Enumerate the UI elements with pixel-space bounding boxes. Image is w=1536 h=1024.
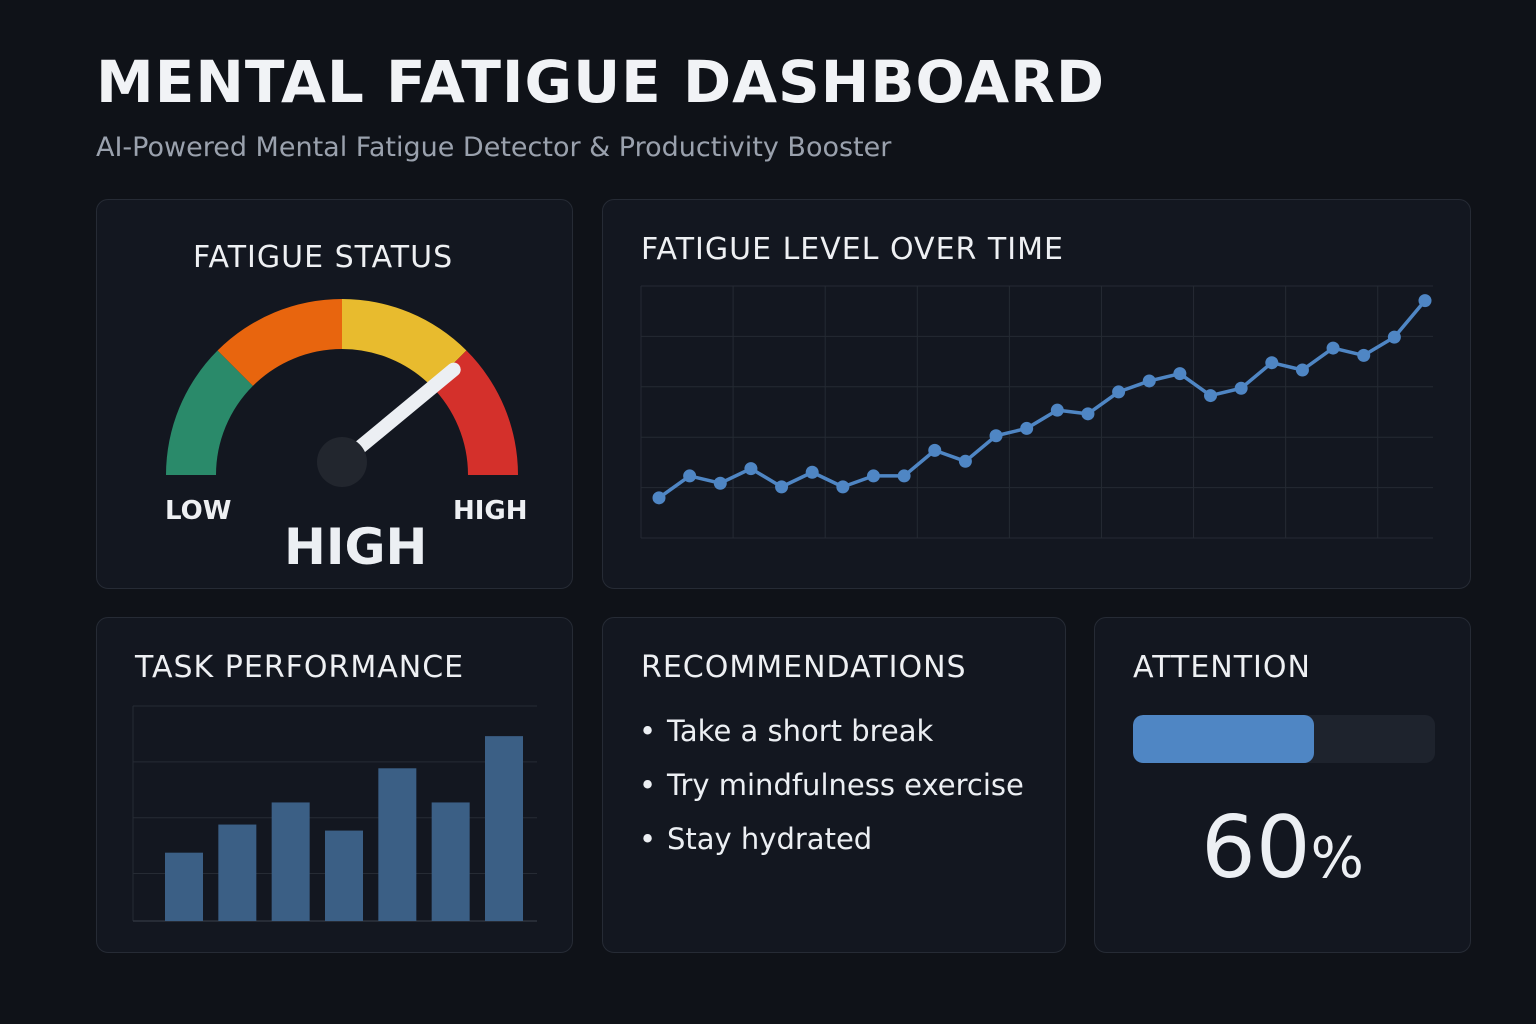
bar — [378, 768, 417, 921]
gauge-low-label: LOW — [165, 496, 232, 526]
data-point — [683, 469, 697, 483]
attention-percent-unit: % — [1310, 826, 1364, 891]
task-performance-bar-chart — [132, 705, 537, 922]
bar — [271, 802, 310, 921]
page-title: MENTAL FATIGUE DASHBOARD — [96, 48, 1105, 116]
attention-progress-fill — [1133, 715, 1315, 763]
page-subtitle: AI-Powered Mental Fatigue Detector & Pro… — [96, 132, 892, 163]
recommendation-item: • Take a short break — [637, 714, 1024, 768]
data-point — [989, 429, 1003, 443]
data-point — [1142, 374, 1156, 388]
data-point — [1418, 294, 1432, 308]
bar — [325, 830, 363, 921]
bar — [485, 736, 523, 921]
recommendation-text: Stay hydrated — [667, 822, 873, 856]
data-point — [928, 443, 942, 457]
bar — [218, 824, 257, 921]
data-point — [775, 480, 789, 494]
data-point — [652, 491, 666, 505]
attention-value: 60% — [1095, 798, 1470, 898]
data-point — [744, 462, 758, 476]
bullet-icon: • — [639, 714, 657, 748]
recommendations-list: • Take a short break • Try mindfulness exe… — [637, 714, 1024, 876]
data-point — [958, 454, 972, 468]
bullet-icon: • — [639, 822, 657, 856]
data-point — [836, 480, 850, 494]
fatigue-over-time-card: FATIGUE LEVEL OVER TIME — [602, 199, 1471, 589]
bar — [165, 852, 203, 921]
attention-title: ATTENTION — [1133, 650, 1311, 685]
fatigue-status-value: HIGH — [284, 518, 428, 576]
data-point — [1265, 356, 1279, 370]
bar — [431, 802, 470, 921]
data-point — [1234, 381, 1248, 395]
recommendation-text: Try mindfulness exercise — [667, 768, 1024, 802]
series-line — [657, 299, 1427, 500]
data-point — [897, 469, 911, 483]
attention-progress-bar — [1133, 715, 1435, 763]
bullet-icon: • — [639, 768, 657, 802]
data-point — [1020, 421, 1034, 435]
data-point — [866, 469, 880, 483]
fatigue-line-chart — [640, 285, 1433, 539]
data-point — [1050, 403, 1064, 417]
recommendation-item: • Stay hydrated — [637, 822, 1024, 876]
data-point — [1387, 330, 1401, 344]
gauge-hub — [317, 437, 367, 487]
recommendations-title: RECOMMENDATIONS — [641, 650, 967, 685]
recommendation-item: • Try mindfulness exercise — [637, 768, 1024, 822]
gauge-high-label: HIGH — [453, 496, 528, 526]
data-point — [1204, 389, 1218, 403]
task-performance-card: TASK PERFORMANCE — [96, 617, 573, 953]
recommendation-text: Take a short break — [667, 714, 934, 748]
data-point — [1112, 385, 1126, 399]
recommendations-card: RECOMMENDATIONS • Take a short break • Try… — [602, 617, 1066, 953]
data-point — [805, 465, 819, 479]
data-point — [1326, 341, 1340, 355]
fatigue-status-card: FATIGUE STATUS LOW HIGH HIGH — [96, 199, 573, 589]
data-point — [1295, 363, 1309, 377]
attention-percent-number: 60 — [1201, 798, 1311, 898]
attention-card: ATTENTION 60% — [1094, 617, 1471, 953]
data-point — [1081, 407, 1095, 421]
data-point — [1173, 367, 1187, 381]
data-point — [1357, 348, 1371, 362]
data-point — [713, 476, 727, 490]
